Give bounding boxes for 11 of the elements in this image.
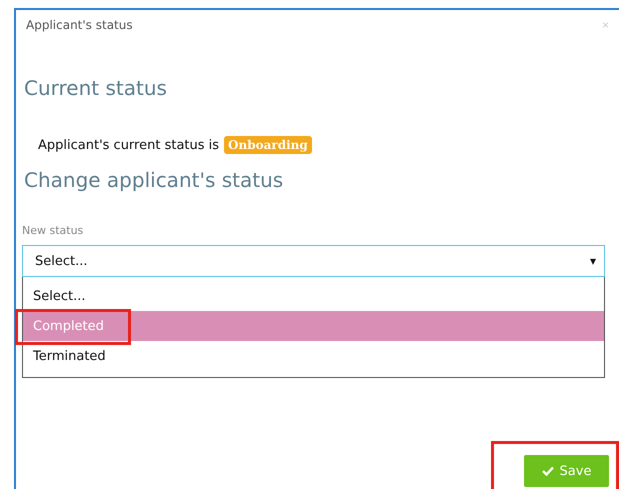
dropdown-option[interactable]: Select... <box>23 281 604 311</box>
section-heading: Change applicant's status <box>24 168 284 192</box>
status-badge: Onboarding <box>224 136 312 154</box>
field-label: New status <box>22 224 84 237</box>
dialog-title: Applicant's status <box>26 18 133 32</box>
dropdown-option[interactable]: Terminated <box>23 341 604 371</box>
caret-icon: ▾ <box>590 254 596 268</box>
check-icon <box>542 466 554 476</box>
status-sentence: Applicant's current status is <box>38 138 220 152</box>
section-heading: Current status <box>24 76 167 100</box>
status-select[interactable]: Select... ▾ <box>22 245 605 277</box>
